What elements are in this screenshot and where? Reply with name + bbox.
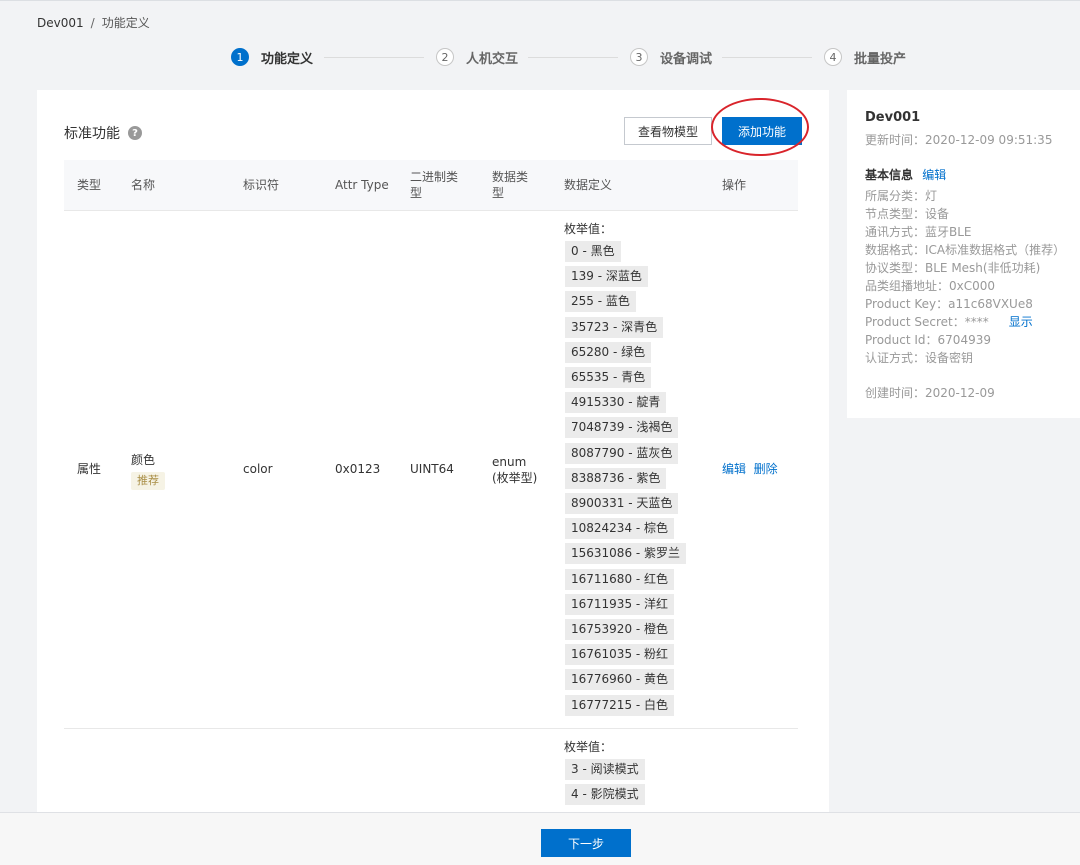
info-product-secret: Product Secret：**** 显示 xyxy=(865,313,1033,330)
step-progress: 1 功能定义 2 人机交互 3 设备调试 4 批量投产 xyxy=(0,45,1080,69)
cell-type: 属性 xyxy=(77,462,102,476)
info-data-format: 数据格式：ICA标准数据格式（推荐） xyxy=(865,243,1066,257)
cell-data-type-line1: enum xyxy=(492,455,527,469)
product-name: Dev001 xyxy=(865,110,921,125)
section-title: 标准功能 ? xyxy=(64,123,142,143)
step-4-label: 批量投产 xyxy=(854,51,907,67)
enum-label: 枚举值： xyxy=(564,222,613,236)
step-connector xyxy=(528,57,618,58)
recommend-badge: 推荐 xyxy=(131,470,165,490)
recommend-badge-text: 推荐 xyxy=(131,472,165,490)
enum-value-tag: 16777215 - 白色 xyxy=(565,694,675,716)
header-binary-type-line1: 二进制类 xyxy=(410,170,459,184)
cell-identifier: color xyxy=(243,462,273,476)
step-3[interactable]: 3 设备调试 xyxy=(630,45,712,69)
step-3-number: 3 xyxy=(630,48,648,66)
header-attr-type: Attr Type xyxy=(335,178,389,192)
show-secret-link[interactable]: 显示 xyxy=(1009,315,1033,329)
enum-value-tag: 3 - 阅读模式 xyxy=(565,759,645,780)
enum-value-tag: 10824234 - 棕色 xyxy=(565,518,675,540)
step-connector xyxy=(324,57,424,58)
enum-value-tag: 4 - 影院模式 xyxy=(565,784,645,806)
enum-value-tag: 8087790 - 蓝灰色 xyxy=(565,442,679,464)
enum-value-tag: 7048739 - 浅褐色 xyxy=(565,417,679,439)
step-1-label: 功能定义 xyxy=(261,51,314,67)
step-1-number: 1 xyxy=(231,48,249,66)
cell-name: 颜色 xyxy=(131,453,156,467)
breadcrumb-current: 功能定义 xyxy=(101,16,150,30)
info-protocol: 协议类型：BLE Mesh(非低功耗) xyxy=(865,261,1041,275)
info-auth-method: 认证方式：设备密钥 xyxy=(865,351,974,365)
cell-binary-type: UINT64 xyxy=(410,462,454,476)
header-data-type-line2: 型 xyxy=(492,186,505,200)
step-3-label: 设备调试 xyxy=(660,51,713,67)
enum-value-tag: 8388736 - 紫色 xyxy=(565,467,667,489)
delete-link[interactable]: 删除 xyxy=(754,462,778,476)
breadcrumb: Dev001 / 功能定义 xyxy=(37,14,150,31)
section-title-text: 标准功能 xyxy=(64,126,120,142)
info-node-type: 节点类型：设备 xyxy=(865,207,950,221)
header-binary-type-line2: 型 xyxy=(410,186,423,200)
info-category: 所属分类：灯 xyxy=(865,189,938,203)
breadcrumb-root[interactable]: Dev001 xyxy=(37,16,84,30)
updated-time: 更新时间：2020-12-09 09:51:35 xyxy=(865,133,1053,147)
enum-value-tag: 16753920 - 橙色 xyxy=(565,619,675,640)
created-time: 创建时间：2020-12-09 xyxy=(865,386,995,400)
step-2-label: 人机交互 xyxy=(466,51,519,67)
enum-value-tag: 4915330 - 靛青 xyxy=(565,392,667,414)
standard-features-card: 标准功能 ? 查看物模型 添加功能 类型 名称 标识符 Attr Type 二进… xyxy=(37,90,829,850)
enum-label: 枚举值： xyxy=(564,740,613,754)
table-header: 类型 名称 标识符 Attr Type 二进制类 型 数据类 型 数据定义 操作 xyxy=(64,160,798,211)
enum-value-tag: 35723 - 深青色 xyxy=(565,316,664,338)
header-name: 名称 xyxy=(131,178,156,192)
header-type: 类型 xyxy=(77,178,102,192)
enum-value-tag: 16711935 - 洋红 xyxy=(565,593,675,615)
edit-link[interactable]: 编辑 xyxy=(722,462,746,476)
header-actions: 操作 xyxy=(722,178,747,192)
step-4-number: 4 xyxy=(824,48,842,66)
cell-attr-type: 0x0123 xyxy=(335,462,381,476)
product-secret-text: Product Secret：**** xyxy=(865,315,989,329)
enum-value-tag: 16761035 - 粉红 xyxy=(565,644,675,666)
enum-value-tag: 65535 - 青色 xyxy=(565,367,652,388)
basic-info-title: 基本信息 xyxy=(865,168,914,182)
step-4[interactable]: 4 批量投产 xyxy=(824,45,906,69)
header-data-type-line1: 数据类 xyxy=(492,170,529,184)
next-step-button[interactable]: 下一步 xyxy=(541,829,631,857)
info-product-id: Product Id：6704939 xyxy=(865,333,991,347)
header-data-type: 数据类 型 xyxy=(492,169,528,201)
enum-value-tag: 15631086 - 紫罗兰 xyxy=(565,543,687,565)
header-identifier: 标识符 xyxy=(243,178,280,192)
step-2[interactable]: 2 人机交互 xyxy=(436,45,518,69)
add-feature-button[interactable]: 添加功能 xyxy=(722,117,802,145)
header-binary-type: 二进制类 型 xyxy=(410,169,458,201)
edit-basic-info-link[interactable]: 编辑 xyxy=(922,168,946,182)
enum-value-tag: 8900331 - 天蓝色 xyxy=(565,493,679,514)
info-communication: 通讯方式：蓝牙BLE xyxy=(865,225,972,239)
step-connector xyxy=(722,57,812,58)
step-1[interactable]: 1 功能定义 xyxy=(231,45,313,69)
view-thing-model-button[interactable]: 查看物模型 xyxy=(624,117,712,145)
enum-value-tag: 16776960 - 黄色 xyxy=(565,669,675,691)
info-multicast-address: 品类组播地址：0xC000 xyxy=(865,279,996,293)
actions: 编辑 删除 xyxy=(722,461,778,477)
info-product-key: Product Key：a11c68VXUe8 xyxy=(865,297,1033,311)
basic-info-heading: 基本信息 编辑 xyxy=(865,166,946,183)
step-2-number: 2 xyxy=(436,48,454,66)
cell-data-type: enum (枚举型) xyxy=(492,454,537,486)
enum-value-tag: 16711680 - 红色 xyxy=(565,568,675,590)
help-icon[interactable]: ? xyxy=(128,126,142,140)
enum-value-tag: 0 - 黑色 xyxy=(565,241,621,262)
top-border xyxy=(0,0,1080,1)
enum-value-tag: 139 - 深蓝色 xyxy=(565,266,648,288)
breadcrumb-separator: / xyxy=(90,16,95,30)
enum-value-tag: 255 - 蓝色 xyxy=(565,291,636,313)
footer-bar: 下一步 xyxy=(0,812,1080,865)
header-data-definition: 数据定义 xyxy=(564,178,613,192)
enum-value-tag: 65280 - 绿色 xyxy=(565,341,652,363)
cell-data-type-line2: (枚举型) xyxy=(492,471,538,485)
row-divider xyxy=(64,728,798,729)
product-info-panel: Dev001 更新时间：2020-12-09 09:51:35 基本信息 编辑 … xyxy=(847,90,1080,418)
